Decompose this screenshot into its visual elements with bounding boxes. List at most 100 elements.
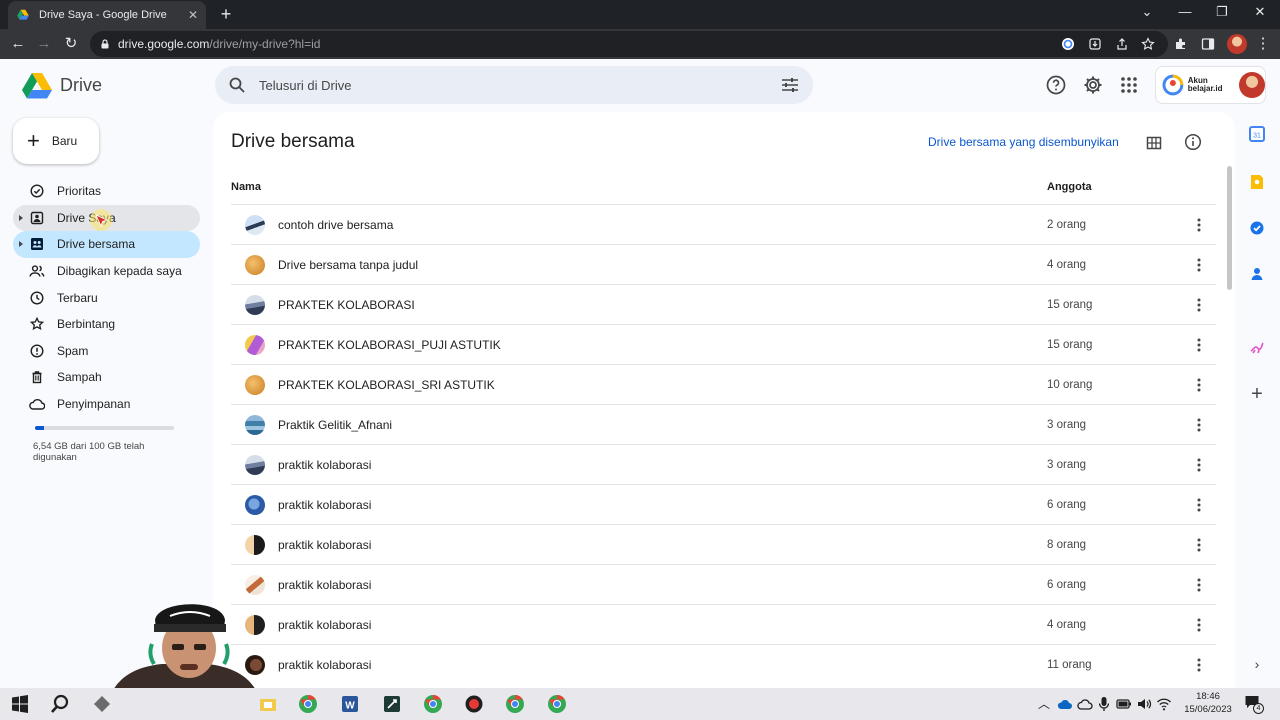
tab-search-chevron-icon[interactable]: ⌄ [1137,4,1157,20]
table-row[interactable]: Praktik Gelitik_Afnani 3 orang [231,404,1216,444]
search-icon[interactable] [50,694,70,714]
forward-button[interactable]: → [34,34,54,54]
drive-members: 6 orang [1047,498,1087,511]
sidebar-item-sampah[interactable]: Sampah [13,364,200,391]
cloud-icon[interactable] [1077,696,1093,712]
tasks-app-icon[interactable] [1249,220,1265,236]
chrome-icon[interactable] [298,694,318,714]
contacts-app-icon[interactable] [1249,266,1265,282]
table-row[interactable]: praktik kolaborasi 11 orang [231,644,1216,684]
more-options-icon[interactable] [1189,655,1209,675]
account-switcher[interactable]: Akun belajar.id [1155,66,1266,104]
table-row[interactable]: praktik kolaborasi 6 orang [231,564,1216,604]
table-row[interactable]: PRAKTEK KOLABORASI_PUJI ASTUTIK 15 orang [231,324,1216,364]
more-options-icon[interactable] [1189,415,1209,435]
account-avatar[interactable] [1239,72,1265,98]
show-hidden-icons-chevron-icon[interactable]: ︿ [1038,695,1050,712]
expand-caret-icon[interactable] [19,241,23,248]
table-row[interactable]: Drive bersama tanpa judul 4 orang [231,244,1216,284]
maximize-window-button[interactable]: ❐ [1212,4,1232,20]
table-row[interactable]: PRAKTEK KOLABORASI_SRI ASTUTIK 10 orang [231,364,1216,404]
main-panel: Drive bersama Drive bersama yang disembu… [213,112,1235,690]
browser-tab[interactable]: Drive Saya - Google Drive ✕ [8,1,206,29]
drive-members: 8 orang [1047,538,1087,551]
google-apps-grid-icon[interactable] [1119,75,1139,95]
get-addons-plus-icon[interactable]: + [1249,384,1265,404]
editor-app-icon[interactable] [382,694,402,714]
chrome-icon[interactable] [505,694,525,714]
sidebar-item-drive-bersama[interactable]: Drive bersama [13,231,200,258]
search-input[interactable] [259,77,759,93]
more-options-icon[interactable] [1189,575,1209,595]
bookmark-star-icon[interactable] [1141,37,1155,51]
more-options-icon[interactable] [1189,615,1209,635]
address-bar[interactable]: drive.google.com/drive/my-drive?hl=id [90,31,1168,57]
settings-gear-icon[interactable] [1083,75,1103,95]
grid-view-icon[interactable] [1145,134,1163,152]
sidebar-item-spam[interactable]: Spam [13,338,200,365]
tab-title: Drive Saya - Google Drive [39,9,167,21]
new-tab-button[interactable]: + [216,4,236,24]
table-row[interactable]: PRAKTEK KOLABORASI 15 orang [231,284,1216,324]
more-options-icon[interactable] [1189,535,1209,555]
reload-button[interactable]: ↻ [61,34,81,54]
table-row[interactable]: praktik kolaborasi 3 orang [231,444,1216,484]
expand-side-panel-chevron-icon[interactable]: › [1249,656,1265,672]
battery-icon[interactable] [1116,696,1132,712]
main-scrollbar[interactable] [1227,166,1232,290]
chrome-icon[interactable] [547,694,567,714]
chrome-icon[interactable] [423,694,443,714]
onedrive-cloud-icon[interactable] [1057,696,1073,712]
minimize-window-button[interactable]: — [1175,4,1195,19]
info-icon[interactable] [1184,133,1202,151]
search-icon[interactable] [229,77,245,93]
sidebar-item-berbintang[interactable]: Berbintang [13,311,200,338]
word-icon[interactable]: W [340,694,360,714]
more-options-icon[interactable] [1189,255,1209,275]
chrome-menu-button[interactable]: ⋮ [1253,34,1273,54]
sidebar-item-dibagikan[interactable]: Dibagikan kepada saya [13,258,200,285]
install-app-icon[interactable] [1088,37,1102,51]
sidebar-item-prioritas[interactable]: Prioritas [13,178,200,205]
taskbar-clock[interactable]: 18:46 15/06/2023 [1178,690,1238,716]
table-row[interactable]: praktik kolaborasi 4 orang [231,604,1216,644]
close-window-button[interactable]: ✕ [1250,4,1270,20]
table-row[interactable]: contoh drive bersama 2 orang [231,204,1216,244]
more-options-icon[interactable] [1189,375,1209,395]
volume-icon[interactable] [1136,696,1152,712]
hidden-shared-drives-link[interactable]: Drive bersama yang disembunyikan [928,135,1119,149]
new-button[interactable]: + Baru [13,118,99,164]
screen-recorder-icon[interactable] [464,694,484,714]
app-launcher-icon[interactable] [92,694,112,714]
wifi-icon[interactable] [1156,696,1172,712]
profile-avatar[interactable] [1227,34,1247,54]
addon-app-icon[interactable] [1249,340,1265,356]
calendar-app-icon[interactable]: 31 [1249,126,1265,142]
notification-center-button[interactable]: 4 [1244,694,1264,714]
share-icon[interactable] [1115,37,1129,51]
lock-icon [101,39,109,49]
help-icon[interactable] [1046,75,1066,95]
microphone-icon[interactable] [1097,696,1111,712]
table-row[interactable]: praktik kolaborasi 6 orang [231,484,1216,524]
google-g-icon[interactable] [1061,37,1075,51]
extensions-puzzle-icon[interactable] [1174,37,1188,51]
column-header-name[interactable]: Nama [231,181,261,193]
windows-start-icon[interactable] [10,694,30,714]
more-options-icon[interactable] [1189,455,1209,475]
search-options-icon[interactable] [781,77,799,93]
back-button[interactable]: ← [8,34,28,54]
expand-caret-icon[interactable] [19,214,23,221]
table-row[interactable]: praktik kolaborasi 8 orang [231,524,1216,564]
sidebar-item-terbaru[interactable]: Terbaru [13,284,200,311]
more-options-icon[interactable] [1189,295,1209,315]
more-options-icon[interactable] [1189,495,1209,515]
file-explorer-icon[interactable] [258,694,278,714]
keep-app-icon[interactable] [1249,174,1265,190]
more-options-icon[interactable] [1189,215,1209,235]
tab-close-icon[interactable]: ✕ [188,8,198,22]
sidebar-item-penyimpanan[interactable]: Penyimpanan [13,391,200,418]
drive-logo[interactable]: Drive [22,72,102,99]
more-options-icon[interactable] [1189,335,1209,355]
side-panel-icon[interactable] [1201,37,1215,51]
